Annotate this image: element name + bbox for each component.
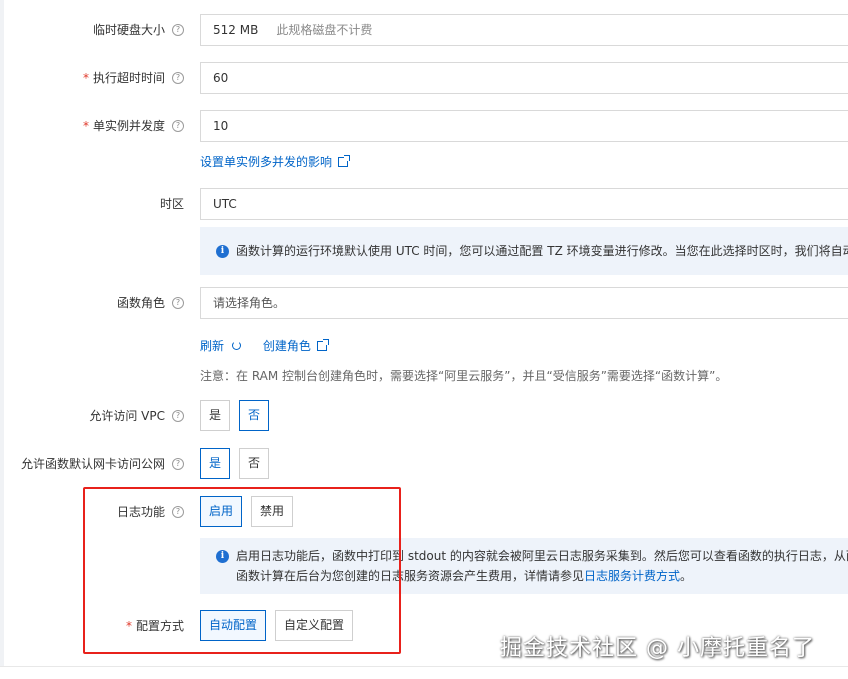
bottom-divider [0,666,848,679]
info-circle-icon: i [216,550,229,563]
concurrency-label: * 单实例并发度? [83,110,184,142]
role-actions: 刷新 创建角色 [200,337,329,354]
refresh-link[interactable]: 刷新 [200,339,224,353]
concurrency-impact-link-row: 设置单实例多并发的影响 [200,153,351,170]
external-link-icon[interactable] [316,338,329,351]
question-circle-icon[interactable]: ? [172,457,184,470]
info-circle-icon: i [216,245,229,258]
required-mark: * [82,71,89,85]
left-edge [0,0,4,666]
timeout-input[interactable]: 60 [200,62,848,94]
timezone-label: 时区 [159,197,184,211]
public-net-yes-button[interactable]: 是 [200,448,230,479]
vpc-no-button[interactable]: 否 [239,400,269,431]
required-mark: * [82,119,89,133]
temp-disk-hint: 此规格磁盘不计费 [276,23,373,37]
concurrency-input[interactable]: 10 [200,110,848,142]
timezone-notice: i 函数计算的运行环境默认使用 UTC 时间，您可以通过配置 TZ 环境变量进行… [200,227,848,275]
question-circle-icon[interactable]: ? [172,505,184,518]
required-mark: * [125,619,132,633]
logging-label: 日志功能? [117,496,184,528]
logging-notice: i 启用日志功能后，函数中打印到 stdout 的内容就会被阿里云日志服务采集到… [200,538,848,594]
temp-disk-label: 临时硬盘大小? [93,14,184,46]
role-note: 注意：在 RAM 控制台创建角色时，需要选择“阿里云服务”，并且“受信服务”需要… [200,369,728,383]
public-net-no-button[interactable]: 否 [239,448,269,479]
role-label: 函数角色? [117,287,184,319]
logging-notice-line1: 启用日志功能后，函数中打印到 stdout 的内容就会被阿里云日志服务采集到。然… [236,549,848,563]
logging-notice-line2: 函数计算在后台为您创建的日志服务资源会产生费用，详情请参见日志服务计费方式。 [236,569,693,583]
timezone-select[interactable]: UTC [200,188,848,220]
custom-config-button[interactable]: 自定义配置 [275,610,353,641]
timezone-notice-text: 函数计算的运行环境默认使用 UTC 时间，您可以通过配置 TZ 环境变量进行修改… [236,244,848,258]
auto-config-button[interactable]: 自动配置 [200,610,266,641]
question-circle-icon[interactable]: ? [172,409,184,422]
question-circle-icon[interactable]: ? [172,71,184,84]
vpc-label: 允许访问 VPC? [89,400,184,432]
create-role-link[interactable]: 创建角色 [263,339,311,353]
watermark: 掘金技术社区 @ 小摩托重名了 [500,636,815,661]
config-mode-label: * 配置方式 [125,619,184,633]
question-circle-icon[interactable]: ? [172,296,184,309]
vpc-yes-button[interactable]: 是 [200,400,230,431]
concurrency-impact-link[interactable]: 设置单实例多并发的影响 [200,155,332,169]
log-billing-link[interactable]: 日志服务计费方式 [584,569,680,583]
logging-enable-button[interactable]: 启用 [200,496,242,527]
logging-disable-button[interactable]: 禁用 [251,496,293,527]
external-link-icon[interactable] [338,154,351,167]
refresh-icon[interactable] [232,341,242,350]
timeout-label: * 执行超时时间? [83,62,184,94]
question-circle-icon[interactable]: ? [172,23,184,36]
public-net-label: 允许函数默认网卡访问公网? [21,448,184,480]
role-select[interactable]: 请选择角色。 [200,287,848,319]
temp-disk-value: 512 MB [213,23,259,37]
temp-disk-field[interactable]: 512 MB 此规格磁盘不计费 [200,14,848,46]
question-circle-icon[interactable]: ? [172,119,184,132]
